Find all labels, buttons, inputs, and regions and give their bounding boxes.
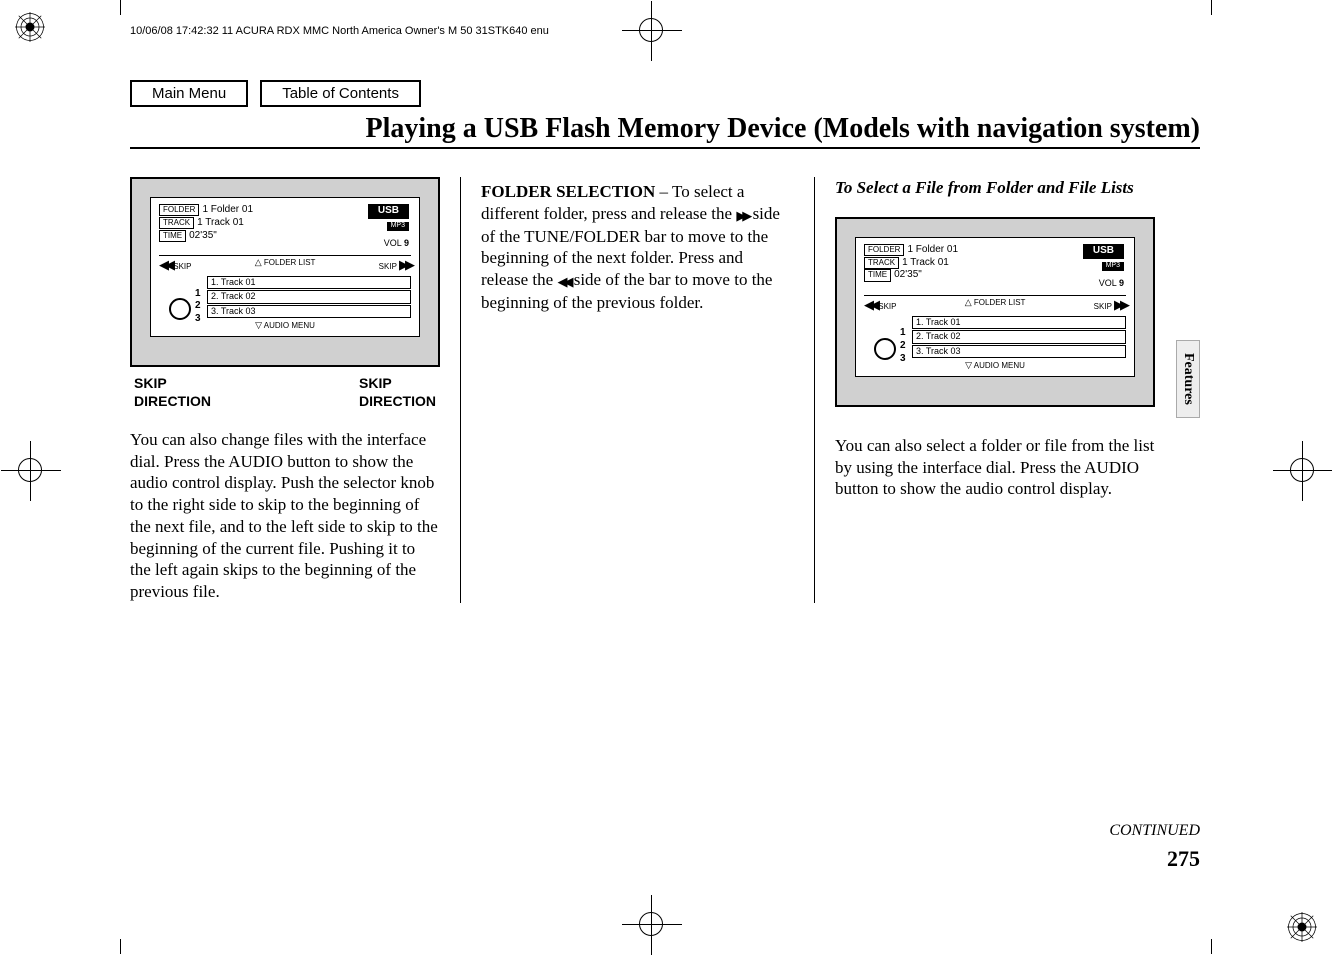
audio-display-figure: FOLDER1 Folder 01 TRACK1 Track 01 TIME02… [130, 177, 440, 367]
col3-body-text: You can also select a folder or file fro… [835, 435, 1155, 500]
skip-left-label: SKIP [878, 302, 896, 311]
crop-mark-icon [639, 912, 663, 936]
row-num: 1 [900, 327, 906, 340]
continued-label: CONTINUED [1109, 822, 1200, 840]
skip-direction-left-label: SKIPDIRECTION [134, 375, 211, 411]
vol-value: 9 [1119, 278, 1124, 288]
mp3-badge: MP3 [387, 222, 409, 231]
row-num: 1 [195, 288, 201, 301]
registration-mark-icon [1287, 912, 1317, 942]
skip-direction-right-label: SKIPDIRECTION [359, 375, 436, 411]
audio-menu-label: AUDIO MENU [974, 361, 1025, 370]
usb-badge: USB [368, 204, 409, 219]
trim-mark [120, 939, 121, 954]
document-header-meta: 10/06/08 17:42:32 11 ACURA RDX MMC North… [130, 25, 549, 37]
skip-prev-icon [864, 302, 876, 311]
trim-mark [120, 0, 121, 15]
usb-badge: USB [1083, 244, 1124, 259]
col2-body-text: FOLDER SELECTION – To select a different… [481, 181, 794, 314]
col3-heading: To Select a File from Folder and File Li… [835, 177, 1155, 199]
crop-mark-icon [18, 458, 42, 482]
time-tag: TIME [864, 269, 891, 281]
folder-value: 1 Folder 01 [202, 204, 253, 215]
folder-list-label: FOLDER LIST [264, 258, 316, 267]
skip-right-label: SKIP [379, 262, 397, 271]
track-row: 3. Track 03 [912, 345, 1126, 359]
row-num: 2 [195, 300, 201, 313]
page-number: 275 [1167, 846, 1200, 872]
track-row: 2. Track 02 [912, 330, 1126, 344]
row-num: 2 [900, 340, 906, 353]
folder-list-label: FOLDER LIST [974, 298, 1026, 307]
track-tag: TRACK [864, 257, 899, 269]
track-row: 2. Track 02 [207, 290, 411, 304]
crop-mark-icon [1290, 458, 1314, 482]
registration-mark-icon [15, 12, 45, 42]
row-num: 3 [195, 313, 201, 326]
folder-selection-heading: FOLDER SELECTION [481, 182, 655, 201]
skip-next-icon [399, 262, 411, 271]
track-row: 3. Track 03 [207, 305, 411, 319]
audio-menu-label: AUDIO MENU [264, 321, 315, 330]
track-value: 1 Track 01 [902, 257, 949, 268]
track-row: 1. Track 01 [207, 276, 411, 290]
time-tag: TIME [159, 230, 186, 242]
up-icon [965, 298, 972, 307]
time-value: 02'35" [189, 230, 217, 241]
vol-label: VOL [384, 238, 402, 248]
folder-tag: FOLDER [159, 204, 199, 216]
dial-icon [169, 298, 191, 320]
track-tag: TRACK [159, 217, 194, 229]
dial-icon [874, 338, 896, 360]
section-tab: Features [1176, 340, 1200, 418]
folder-value: 1 Folder 01 [907, 244, 958, 255]
rewind-icon [557, 270, 569, 292]
trim-mark [1211, 0, 1212, 15]
table-of-contents-button[interactable]: Table of Contents [260, 80, 421, 107]
skip-next-icon [1114, 302, 1126, 311]
folder-tag: FOLDER [864, 244, 904, 256]
track-value: 1 Track 01 [197, 217, 244, 228]
page-title: Playing a USB Flash Memory Device (Model… [130, 113, 1200, 145]
main-menu-button[interactable]: Main Menu [130, 80, 248, 107]
vol-value: 9 [404, 238, 409, 248]
col1-body-text: You can also change files with the inter… [130, 429, 440, 603]
fast-forward-icon [736, 204, 748, 226]
row-num: 3 [900, 353, 906, 366]
crop-mark-icon [639, 18, 663, 42]
mp3-badge: MP3 [1102, 262, 1124, 271]
skip-left-label: SKIP [173, 262, 191, 271]
vol-label: VOL [1099, 278, 1117, 288]
trim-mark [1211, 939, 1212, 954]
track-row: 1. Track 01 [912, 316, 1126, 330]
up-icon [255, 258, 262, 267]
skip-right-label: SKIP [1094, 302, 1112, 311]
down-icon [255, 321, 262, 330]
audio-display-figure: FOLDER1 Folder 01 TRACK1 Track 01 TIME02… [835, 217, 1155, 407]
time-value: 02'35" [894, 269, 922, 280]
title-rule [130, 147, 1200, 149]
skip-prev-icon [159, 262, 171, 271]
down-icon [965, 361, 972, 370]
